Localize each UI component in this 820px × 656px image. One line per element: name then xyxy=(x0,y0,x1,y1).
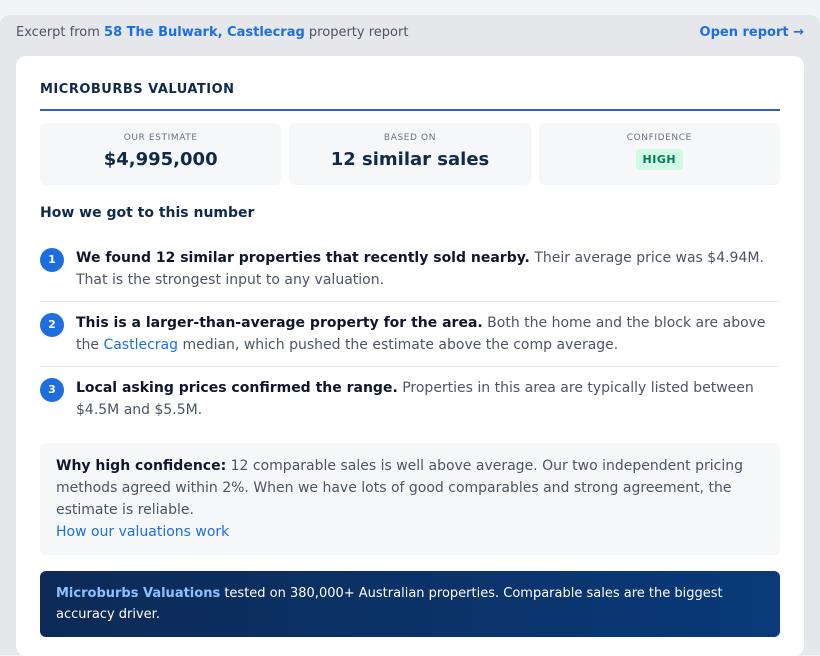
step-item: 3 Local asking prices confirmed the rang… xyxy=(40,367,780,431)
confidence-heading: Why high confidence: xyxy=(56,458,227,474)
step-item: 1 We found 12 similar properties that re… xyxy=(40,237,780,302)
step-item: 2 This is a larger-than-average property… xyxy=(40,302,780,367)
step-number: 3 xyxy=(40,378,64,402)
step-bold: This is a larger-than-average property f… xyxy=(76,315,483,331)
stat-value: $4,995,000 xyxy=(103,149,218,170)
accuracy-banner: Microburbs Valuations tested on 380,000+… xyxy=(40,571,780,637)
valuation-card: MICROBURBS VALUATION OUR ESTIMATE $4,995… xyxy=(16,56,804,656)
how-title: How we got to this number xyxy=(40,205,255,221)
how-valuations-work-link[interactable]: How our valuations work xyxy=(56,524,229,540)
brand-name: Microburbs Valuations xyxy=(56,586,221,601)
stat-value: 12 similar sales xyxy=(330,149,490,170)
excerpt-prefix: Excerpt from xyxy=(16,24,105,40)
step-text: Local asking prices confirmed the range.… xyxy=(76,377,780,421)
section-title: MICROBURBS VALUATION xyxy=(40,82,780,111)
step-text: We found 12 similar properties that rece… xyxy=(76,247,780,291)
excerpt-text: Excerpt from 58 The Bulwark, Castlecrag … xyxy=(16,25,408,40)
step-number: 1 xyxy=(40,248,64,272)
step-body: median, which pushed the estimate above … xyxy=(178,337,619,353)
steps-list: 1 We found 12 similar properties that re… xyxy=(40,237,780,431)
stat-confidence: CONFIDENCE HIGH xyxy=(538,123,780,185)
step-bold: We found 12 similar properties that rece… xyxy=(76,250,530,266)
step-number: 2 xyxy=(40,313,64,337)
stats-row: OUR ESTIMATE $4,995,000 BASED ON 12 simi… xyxy=(40,123,780,185)
open-report-link[interactable]: Open report → xyxy=(700,25,804,40)
confidence-badge: HIGH xyxy=(635,149,684,170)
stat-label: CONFIDENCE xyxy=(626,133,692,143)
step-bold: Local asking prices confirmed the range. xyxy=(76,380,398,396)
step-text: This is a larger-than-average property f… xyxy=(76,312,780,356)
suburb-link[interactable]: Castlecrag xyxy=(103,337,178,353)
excerpt-suffix: property report xyxy=(304,24,409,40)
stat-label: BASED ON xyxy=(383,133,437,143)
stat-estimate: OUR ESTIMATE $4,995,000 xyxy=(40,123,282,185)
property-link[interactable]: 58 The Bulwark, Castlecrag xyxy=(104,25,305,40)
stat-label: OUR ESTIMATE xyxy=(123,133,198,143)
stat-based-on: BASED ON 12 similar sales xyxy=(289,123,531,185)
confidence-explainer: Why high confidence: 12 comparable sales… xyxy=(40,443,780,555)
report-topbar: Excerpt from 58 The Bulwark, Castlecrag … xyxy=(16,22,804,42)
